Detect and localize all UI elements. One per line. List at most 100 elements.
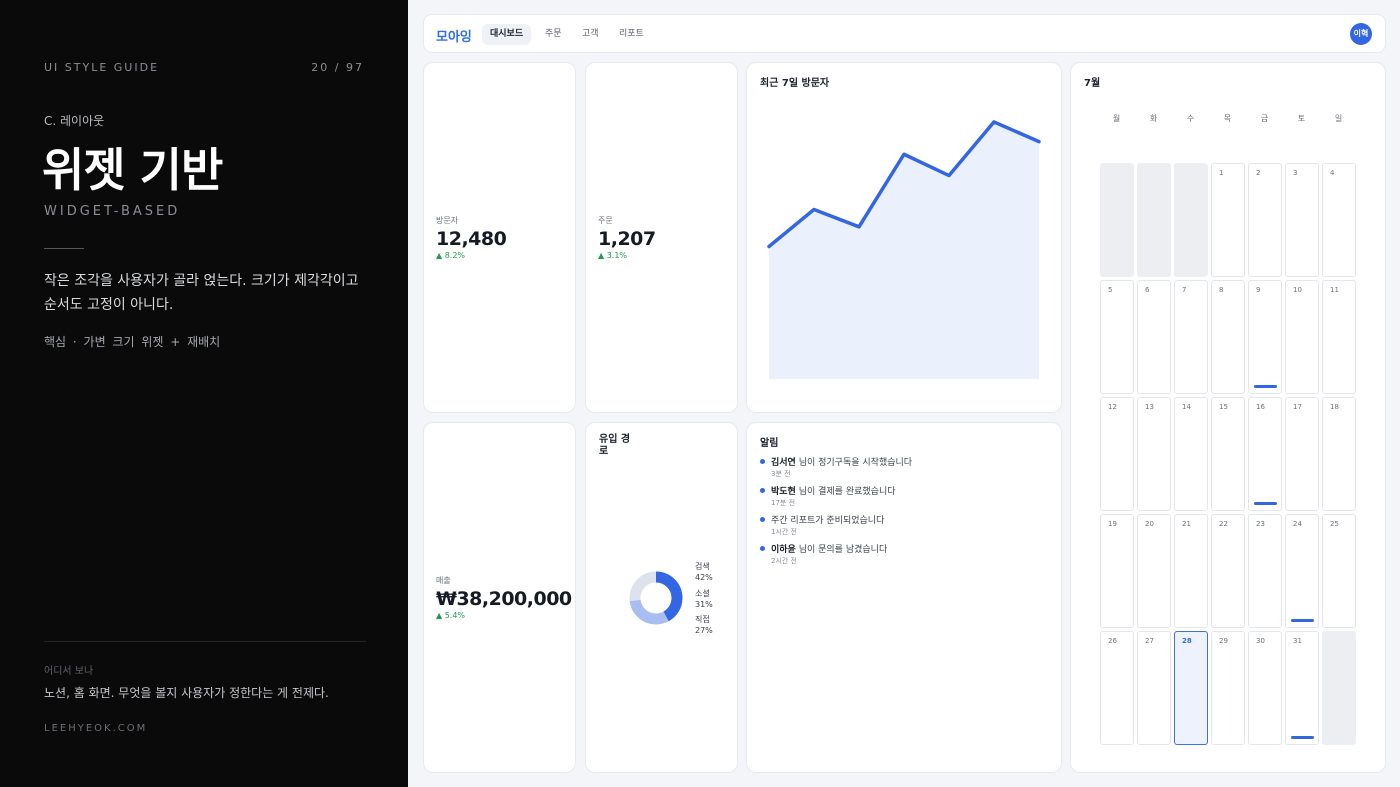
day-number: 12 (1108, 403, 1117, 411)
day-number: 19 (1108, 520, 1117, 528)
day-number: 7 (1182, 286, 1187, 294)
orders-widget[interactable]: 주문 1,207 ▲ 3.1% (585, 62, 738, 413)
calendar-day[interactable]: 7 (1174, 280, 1208, 394)
calendar-widget[interactable]: 7월 월 화 수 목 금 토 일 1 2 3 4 5 6 7 8 9 10 11 12 13 14 15 16 17 18 19 2… (1070, 62, 1386, 773)
day-number: 27 (1145, 637, 1154, 645)
sources-title: 유입 경로 (599, 434, 631, 457)
visitors-value: 12,480 (436, 228, 507, 250)
tab-dashboard[interactable]: 대시보드 (482, 24, 532, 45)
legend-search-name: 검색 (695, 562, 710, 571)
calendar-day[interactable]: 5 (1100, 280, 1134, 394)
site-url: LEEHYEOK.COM (44, 723, 148, 734)
calendar-day[interactable]: 26 (1100, 631, 1134, 745)
calendar-day[interactable]: 10 (1285, 280, 1319, 394)
calendar-empty-cell (1322, 631, 1356, 745)
calendar-day[interactable]: 13 (1137, 397, 1171, 511)
calendar-day[interactable]: 22 (1211, 514, 1245, 628)
notifications-widget[interactable]: 알림 김서연 님이 정기구독을 시작했습니다 3분 전 박도현 님이 결제를 완… (746, 422, 1062, 773)
tab-orders[interactable]: 주문 (537, 24, 570, 45)
sources-widget[interactable]: 유입 경로 검색 42% 소셜 31% 직접 27% (585, 422, 738, 773)
day-number: 1 (1219, 169, 1224, 177)
day-number: 10 (1293, 286, 1302, 294)
event-bar[interactable] (1291, 736, 1314, 739)
day-number: 26 (1108, 637, 1117, 645)
calendar-day[interactable]: 19 (1100, 514, 1134, 628)
calendar-day[interactable]: 27 (1137, 631, 1171, 745)
legend-social: 소셜 31% (695, 588, 713, 610)
title-divider (44, 248, 84, 249)
day-number: 29 (1219, 637, 1228, 645)
app-logo[interactable]: 모아잉 (436, 26, 472, 45)
notification-message: 님이 정기구독을 시작했습니다 (795, 458, 913, 468)
notification-time: 1시간 전 (771, 528, 797, 536)
day-number: 22 (1219, 520, 1228, 528)
page-title: 위젯 기반 (42, 143, 223, 197)
tab-reports[interactable]: 리포트 (611, 24, 652, 45)
day-number: 23 (1256, 520, 1265, 528)
calendar-day[interactable]: 2 (1248, 163, 1282, 277)
day-number: 16 (1256, 403, 1265, 411)
calendar-day[interactable]: 12 (1100, 397, 1134, 511)
calendar-day[interactable]: 31 (1285, 631, 1319, 745)
orders-value: 1,207 (598, 228, 656, 250)
notification-message: 주간 리포트가 준비되었습니다 (771, 516, 885, 526)
calendar-day[interactable]: 15 (1211, 397, 1245, 511)
sales-delta: ▲ 5.4% (436, 611, 466, 620)
legend-direct: 직접 27% (695, 614, 713, 636)
notification-user: 박도현 (771, 487, 796, 497)
legend-social-name: 소셜 (695, 589, 710, 598)
calendar-day[interactable]: 9 (1248, 280, 1282, 394)
footer-divider (44, 641, 366, 642)
calendar-day[interactable]: 21 (1174, 514, 1208, 628)
core-summary: 핵심 · 가변 크기 위젯 + 재배치 (44, 335, 221, 349)
tab-customers[interactable]: 고객 (574, 24, 607, 45)
unread-dot-icon (760, 546, 765, 551)
calendar-day[interactable]: 1 (1211, 163, 1245, 277)
calendar-day[interactable]: 6 (1137, 280, 1171, 394)
calendar-day[interactable]: 17 (1285, 397, 1319, 511)
calendar-empty-cell (1174, 163, 1208, 277)
event-bar[interactable] (1254, 502, 1277, 505)
description: 작은 조각을 사용자가 골라 얹는다. 크기가 제각각이고 순서도 고정이 아니… (44, 273, 359, 313)
calendar-day[interactable]: 8 (1211, 280, 1245, 394)
visitors-widget[interactable]: 방문자 12,480 ▲ 8.2% (423, 62, 576, 413)
calendar-day[interactable]: 14 (1174, 397, 1208, 511)
event-bar[interactable] (1254, 385, 1277, 388)
visitors-area-chart (767, 120, 1041, 379)
notification-message: 님이 결제를 완료했습니다 (795, 487, 896, 497)
weekday-label: 토 (1297, 114, 1306, 123)
sales-widget[interactable]: 매출 ₩38,200,000 ▲ 5.4% (423, 422, 576, 773)
day-number: 15 (1219, 403, 1228, 411)
calendar-empty-cell (1100, 163, 1134, 277)
calendar-day[interactable]: 24 (1285, 514, 1319, 628)
day-number: 25 (1330, 520, 1339, 528)
calendar-day[interactable]: 16 (1248, 397, 1282, 511)
calendar-day[interactable]: 4 (1322, 163, 1356, 277)
app-topbar: 모아잉 대시보드 주문 고객 리포트 이혁 (423, 14, 1386, 53)
sales-value: ₩38,200,000 (436, 588, 572, 610)
visitors-chart-widget[interactable]: 최근 7일 방문자 (746, 62, 1062, 413)
calendar-day[interactable]: 23 (1248, 514, 1282, 628)
legend-direct-pct: 27% (695, 626, 713, 635)
day-number: 11 (1330, 286, 1339, 294)
calendar-day[interactable]: 11 (1322, 280, 1356, 394)
calendar-day[interactable]: 28 (1174, 631, 1208, 745)
event-bar[interactable] (1291, 619, 1314, 622)
avatar[interactable]: 이혁 (1350, 23, 1372, 45)
calendar-day[interactable]: 3 (1285, 163, 1319, 277)
weekday-label: 일 (1334, 114, 1343, 123)
page-subtitle: WIDGET-BASED (44, 204, 181, 219)
day-number: 4 (1330, 169, 1335, 177)
section-label: C. 레이아웃 (44, 114, 105, 128)
calendar-day[interactable]: 20 (1137, 514, 1171, 628)
page-counter: 20 / 97 (311, 61, 364, 74)
calendar-day[interactable]: 25 (1322, 514, 1356, 628)
day-number: 2 (1256, 169, 1261, 177)
guide-label: UI STYLE GUIDE (44, 61, 160, 74)
calendar-day[interactable]: 18 (1322, 397, 1356, 511)
notification-user: 김서연 (771, 458, 796, 468)
day-number: 9 (1256, 286, 1261, 294)
calendar-day[interactable]: 30 (1248, 631, 1282, 745)
calendar-day[interactable]: 29 (1211, 631, 1245, 745)
weekday-label: 목 (1223, 114, 1232, 123)
